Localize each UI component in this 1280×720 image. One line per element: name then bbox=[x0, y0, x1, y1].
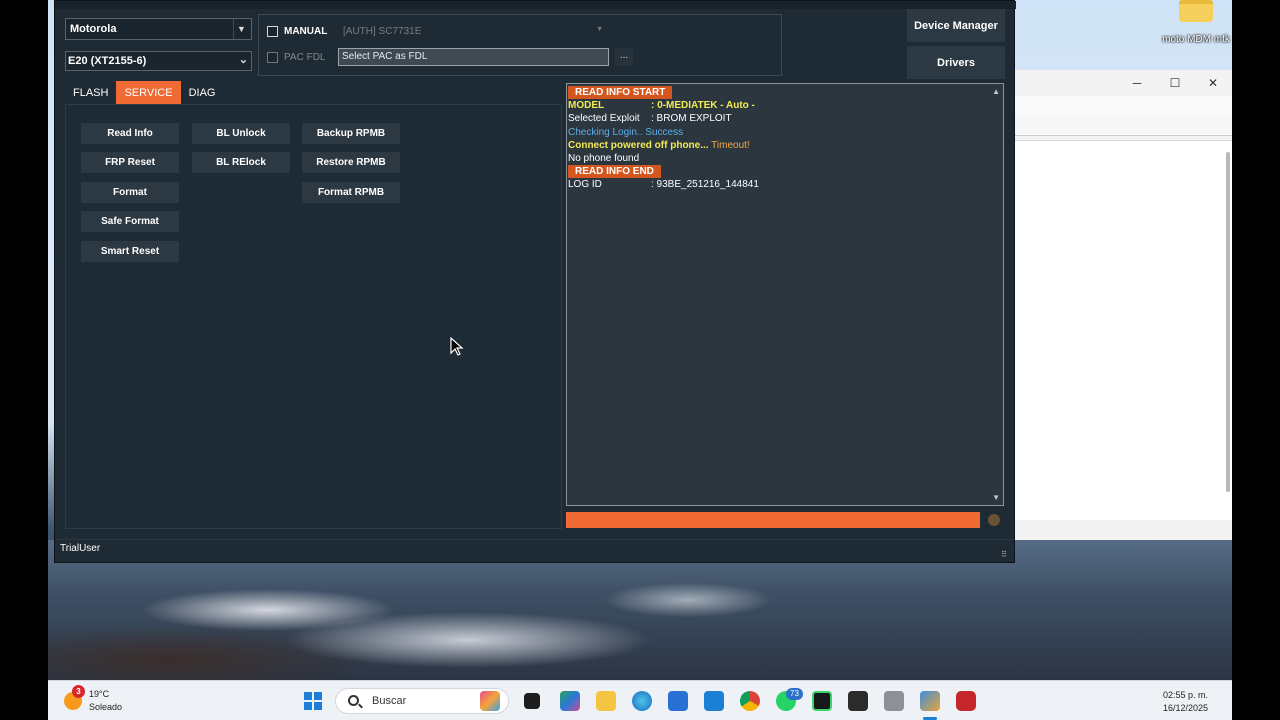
task-view-icon[interactable] bbox=[524, 693, 540, 709]
bl-relock-button[interactable]: BL RElock bbox=[192, 152, 290, 173]
read-info-button[interactable]: Read Info bbox=[81, 123, 179, 144]
scroll-up-icon[interactable]: ▲ bbox=[992, 85, 1000, 98]
screen: moto MDM mtk ─ ☐ ✕ Motorola ▼ E20 (XT215… bbox=[0, 0, 1280, 720]
auth-select[interactable]: [AUTH] SC7731E ▼ bbox=[339, 23, 607, 41]
caret-down-icon: ▼ bbox=[233, 19, 249, 39]
mode-tabs: FLASH SERVICE DIAG bbox=[65, 81, 223, 104]
chevron-down-icon: ⌄ bbox=[238, 54, 248, 66]
app-window: Motorola ▼ E20 (XT2155-6) ⌄ MANUAL [AUTH… bbox=[54, 0, 1016, 563]
format-button[interactable]: Format bbox=[81, 182, 179, 203]
tool-icon[interactable] bbox=[884, 691, 904, 711]
resize-grip-icon[interactable]: ⠿ bbox=[1001, 550, 1007, 559]
background-explorer-window[interactable]: ─ ☐ ✕ bbox=[1015, 70, 1232, 540]
desktop-icon-label: moto MDM mtk bbox=[1162, 34, 1230, 45]
smart-reset-button[interactable]: Smart Reset bbox=[81, 241, 179, 262]
tab-diag[interactable]: DIAG bbox=[181, 81, 224, 104]
log-logid-key: LOG ID bbox=[568, 179, 602, 191]
device-manager-button[interactable]: Device Manager bbox=[907, 9, 1005, 42]
service-panel: Read Info FRP Reset Format Safe Format S… bbox=[65, 104, 562, 529]
search-placeholder: Buscar bbox=[372, 695, 407, 707]
search-icon bbox=[348, 695, 359, 706]
model-select-value: E20 (XT2155-6) bbox=[68, 55, 147, 67]
explorer-scrollbar[interactable] bbox=[1226, 152, 1230, 492]
terminal-green-icon[interactable] bbox=[812, 691, 832, 711]
manual-checkbox[interactable] bbox=[267, 26, 278, 37]
caret-down-icon: ▼ bbox=[596, 26, 603, 33]
clock-date: 16/12/2025 bbox=[1163, 703, 1209, 713]
windows-start-icon[interactable] bbox=[304, 692, 322, 710]
brand-select[interactable]: Motorola ▼ bbox=[65, 18, 252, 40]
status-bar: TrialUser ⠿ bbox=[55, 539, 1014, 563]
close-icon[interactable]: ✕ bbox=[1194, 76, 1232, 90]
format-rpmb-button[interactable]: Format RPMB bbox=[302, 182, 400, 203]
log-logid-value: : 93BE_251216_144841 bbox=[651, 179, 759, 191]
log-end-badge: READ INFO END bbox=[568, 165, 661, 179]
explorer-titlebar: ─ ☐ ✕ bbox=[1015, 70, 1232, 96]
recorder-icon[interactable] bbox=[956, 691, 976, 711]
desktop-icon-moto-mdm[interactable]: moto MDM mtk bbox=[1160, 0, 1232, 45]
maximize-icon[interactable]: ☐ bbox=[1156, 76, 1194, 90]
log-exploit-key: Selected Exploit bbox=[568, 113, 640, 125]
edge-icon[interactable] bbox=[632, 691, 652, 711]
sun-icon: 3 bbox=[64, 685, 85, 710]
drivers-button[interactable]: Drivers bbox=[907, 46, 1005, 79]
auth-select-value: [AUTH] SC7731E bbox=[343, 26, 422, 37]
weather-badge: 3 bbox=[72, 685, 85, 698]
app-titlebar[interactable] bbox=[55, 1, 1016, 9]
widgets-icon[interactable] bbox=[480, 691, 500, 711]
minimize-icon[interactable]: ─ bbox=[1118, 76, 1156, 90]
tab-service[interactable]: SERVICE bbox=[116, 81, 181, 104]
model-select[interactable]: E20 (XT2155-6) ⌄ bbox=[65, 51, 252, 71]
stop-icon[interactable] bbox=[988, 514, 1000, 526]
safe-format-button[interactable]: Safe Format bbox=[81, 211, 179, 232]
status-user: TrialUser bbox=[60, 543, 101, 554]
log-model-key: MODEL bbox=[568, 100, 605, 112]
log-timeout: Timeout! bbox=[711, 139, 750, 151]
chrome-icon[interactable] bbox=[740, 691, 760, 711]
pac-fdl-input[interactable]: Select PAC as FDL bbox=[338, 48, 609, 66]
store-icon[interactable] bbox=[668, 691, 688, 711]
clock-time: 02:55 p. m. bbox=[1163, 690, 1209, 700]
log-start-badge: READ INFO START bbox=[568, 86, 673, 100]
file-explorer-icon[interactable] bbox=[596, 691, 616, 711]
outlook-icon[interactable] bbox=[704, 691, 724, 711]
scroll-down-icon[interactable]: ▼ bbox=[992, 491, 1000, 504]
taskbar-clock[interactable]: 02:55 p. m. 16/12/2025 bbox=[1163, 689, 1208, 715]
microsoft-365-icon[interactable] bbox=[560, 691, 580, 711]
explorer-toolbar bbox=[1015, 96, 1232, 116]
frp-reset-button[interactable]: FRP Reset bbox=[81, 152, 179, 173]
whatsapp-badge: 73 bbox=[786, 688, 803, 700]
log-login-line: Checking Login.. Success bbox=[568, 126, 684, 138]
restore-rpmb-button[interactable]: Restore RPMB bbox=[302, 152, 400, 173]
weather-widget[interactable]: 3 19°C Soleado bbox=[64, 685, 122, 714]
brand-select-value: Motorola bbox=[70, 23, 117, 35]
letterbox-right bbox=[1232, 0, 1280, 720]
letterbox-left bbox=[0, 0, 48, 720]
backup-rpmb-button[interactable]: Backup RPMB bbox=[302, 123, 400, 144]
manual-label: MANUAL bbox=[284, 26, 328, 37]
explorer-address-bar[interactable] bbox=[1015, 114, 1232, 136]
log-model-value: : 0-MEDIATEK - Auto - bbox=[651, 100, 755, 112]
pac-browse-button[interactable]: ... bbox=[615, 48, 633, 66]
temperature: 19°C bbox=[89, 689, 110, 699]
command-prompt-icon[interactable] bbox=[848, 691, 868, 711]
folder-icon bbox=[1179, 0, 1213, 22]
pac-fdl-checkbox[interactable] bbox=[267, 52, 278, 63]
log-no-phone: No phone found bbox=[568, 152, 640, 164]
bl-unlock-button[interactable]: BL Unlock bbox=[192, 123, 290, 144]
log-exploit-value: : BROM EXPLOIT bbox=[651, 113, 732, 125]
pac-fdl-label: PAC FDL bbox=[284, 52, 326, 63]
tab-flash[interactable]: FLASH bbox=[65, 81, 116, 104]
mouse-cursor-icon bbox=[450, 337, 464, 356]
taskbar: 3 19°C Soleado Buscar 73 02:55 p. m. 16/… bbox=[48, 680, 1232, 720]
weather-text: 19°C Soleado bbox=[89, 688, 122, 714]
unlock-tool-icon[interactable] bbox=[920, 691, 940, 711]
progress-fill bbox=[566, 512, 980, 528]
log-connect-line: Connect powered off phone... bbox=[568, 139, 709, 151]
explorer-content[interactable] bbox=[1015, 140, 1232, 520]
progress-bar bbox=[566, 512, 980, 528]
options-panel: MANUAL [AUTH] SC7731E ▼ PAC FDL Select P… bbox=[258, 14, 782, 76]
log-output[interactable]: READ INFO START MODEL : 0-MEDIATEK - Auto… bbox=[566, 83, 1004, 506]
weather-condition: Soleado bbox=[89, 702, 123, 712]
